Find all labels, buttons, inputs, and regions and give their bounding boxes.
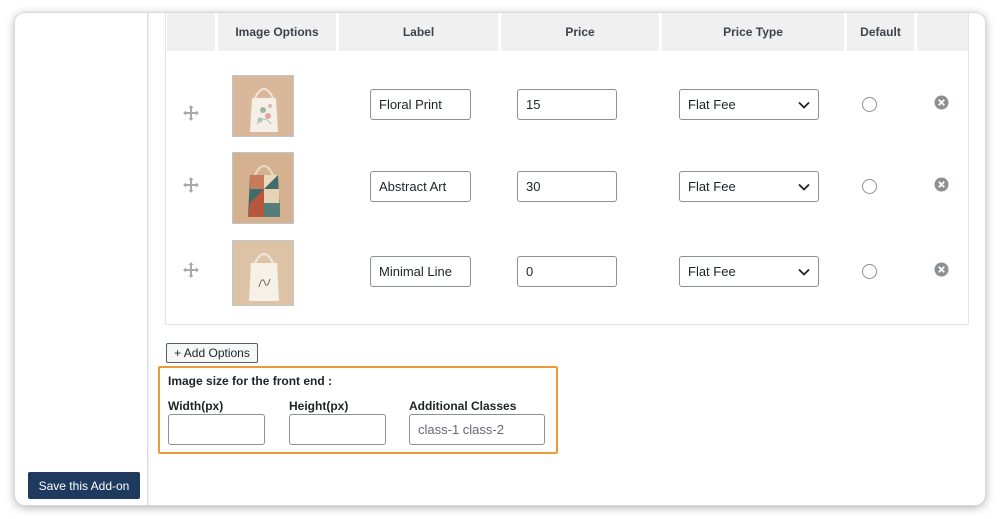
save-addon-button[interactable]: Save this Add-on: [28, 472, 140, 499]
options-table: Image Options Label Price Price Type Def…: [165, 13, 969, 325]
move-handle-icon[interactable]: [182, 176, 200, 194]
table-row: Flat Fee: [166, 152, 970, 228]
remove-icon[interactable]: [934, 95, 949, 110]
header-default: Default: [847, 13, 914, 51]
main-content: Image Options Label Price Price Type Def…: [149, 13, 985, 505]
header-remove: [917, 13, 968, 51]
option-image-floral-print[interactable]: [232, 75, 294, 137]
chevron-down-icon: [798, 101, 810, 109]
price-input[interactable]: [517, 89, 617, 120]
header-price: Price: [501, 13, 659, 51]
price-input[interactable]: [517, 171, 617, 202]
header-price-type: Price Type: [662, 13, 844, 51]
label-input[interactable]: [370, 89, 471, 120]
width-input[interactable]: [168, 414, 265, 445]
image-size-title: Image size for the front end :: [168, 374, 333, 388]
header-drag: [167, 13, 215, 51]
additional-classes-input[interactable]: [409, 414, 545, 445]
table-row: Flat Fee: [166, 75, 970, 151]
app-window: Image Options Label Price Price Type Def…: [15, 13, 985, 505]
move-handle-icon[interactable]: [182, 104, 200, 122]
option-image-minimal-line[interactable]: [232, 240, 294, 306]
price-type-select[interactable]: Flat Fee: [679, 256, 819, 287]
table-row: Flat Fee: [166, 240, 970, 316]
header-label: Label: [339, 13, 498, 51]
chevron-down-icon: [798, 183, 810, 191]
default-radio[interactable]: [862, 97, 877, 112]
price-type-value: Flat Fee: [688, 264, 736, 279]
label-input[interactable]: [370, 171, 471, 202]
add-options-button[interactable]: + Add Options: [166, 343, 258, 363]
classes-label: Additional Classes: [409, 399, 517, 413]
option-image-abstract-art[interactable]: [232, 152, 294, 224]
price-type-select[interactable]: Flat Fee: [679, 89, 819, 120]
default-radio[interactable]: [862, 264, 877, 279]
price-type-select[interactable]: Flat Fee: [679, 171, 819, 202]
default-radio[interactable]: [862, 179, 877, 194]
move-handle-icon[interactable]: [182, 261, 200, 279]
price-input[interactable]: [517, 256, 617, 287]
header-image-options: Image Options: [218, 13, 336, 51]
price-type-value: Flat Fee: [688, 179, 736, 194]
width-label: Width(px): [168, 399, 224, 413]
image-size-panel: Image size for the front end : Width(px)…: [158, 366, 558, 454]
label-input[interactable]: [370, 256, 471, 287]
sidebar: [15, 13, 148, 505]
chevron-down-icon: [798, 268, 810, 276]
remove-icon[interactable]: [934, 262, 949, 277]
height-input[interactable]: [289, 414, 386, 445]
remove-icon[interactable]: [934, 177, 949, 192]
price-type-value: Flat Fee: [688, 97, 736, 112]
table-header: Image Options Label Price Price Type Def…: [167, 13, 968, 51]
height-label: Height(px): [289, 399, 349, 413]
